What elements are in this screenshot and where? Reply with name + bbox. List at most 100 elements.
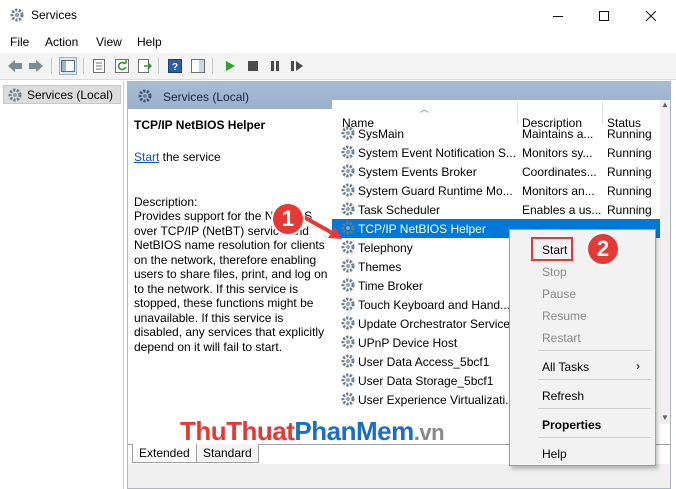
- service-description: Maintains a...: [522, 127, 594, 141]
- context-menu-stop: Stop: [542, 265, 567, 279]
- start-line: Start the service: [134, 150, 221, 165]
- forward-arrow-icon[interactable]: [27, 57, 45, 75]
- service-name: System Guard Runtime Mo...: [358, 184, 513, 198]
- menu-bar: File Action View Help: [0, 31, 676, 53]
- service-gear-icon: [340, 144, 356, 163]
- menu-help[interactable]: Help: [137, 35, 162, 49]
- svg-text:?: ?: [172, 62, 178, 73]
- context-menu-restart: Restart: [542, 331, 581, 345]
- panel-header-title: Services (Local): [163, 90, 250, 104]
- start-service-link[interactable]: Start: [134, 150, 159, 164]
- vertical-scrollbar[interactable]: ▲ ▼: [660, 100, 670, 424]
- service-row[interactable]: SysMain Maintains a... Running: [332, 124, 660, 143]
- properties-icon[interactable]: [90, 57, 108, 75]
- services-gear-icon: [138, 89, 152, 103]
- service-gear-icon: [340, 372, 356, 391]
- service-row[interactable]: System Events Broker Coordinates... Runnin…: [332, 162, 660, 181]
- status-area: [128, 464, 670, 488]
- service-gear-icon: [340, 125, 356, 144]
- action-pane-icon[interactable]: [189, 57, 207, 75]
- service-name: User Data Storage_5bcf1: [358, 374, 494, 388]
- service-name: TCP/IP NetBIOS Helper: [358, 222, 486, 236]
- service-gear-icon: [340, 315, 356, 334]
- start-line-suffix: the service: [159, 150, 221, 164]
- service-detail-pane: TCP/IP NetBIOS Helper Start the service …: [128, 109, 332, 445]
- sort-ascending-icon: ︿: [420, 104, 430, 114]
- back-arrow-icon[interactable]: [6, 57, 24, 75]
- service-gear-icon: [340, 163, 356, 182]
- tree-item-label: Services (Local): [27, 88, 114, 102]
- start-service-icon[interactable]: [221, 57, 239, 75]
- description-label: Description:: [134, 195, 198, 209]
- step-badge-2: 2: [586, 232, 620, 266]
- service-name: SysMain: [358, 127, 405, 141]
- refresh-icon[interactable]: [113, 57, 131, 75]
- service-name: Update Orchestrator Service: [358, 317, 511, 331]
- title-bar: Services: [0, 0, 676, 31]
- service-title: TCP/IP NetBIOS Helper: [134, 118, 266, 132]
- service-name: User Experience Virtualizati...: [358, 393, 516, 407]
- service-status: Running: [607, 184, 652, 198]
- service-name: User Data Access_5bcf1: [358, 355, 490, 369]
- context-menu-all-tasks[interactable]: All Tasks ›: [510, 355, 655, 377]
- service-status: Running: [607, 203, 652, 217]
- minimize-button[interactable]: [535, 0, 581, 31]
- service-status: Running: [607, 165, 652, 179]
- help-icon[interactable]: ?: [166, 57, 184, 75]
- context-menu-resume: Resume: [542, 309, 587, 323]
- console-tree: Services (Local): [0, 81, 124, 489]
- pause-service-icon[interactable]: [266, 57, 284, 75]
- service-gear-icon: [340, 296, 356, 315]
- context-menu: Start Stop Pause Resume Restart All Task…: [509, 229, 656, 466]
- step-badge-1: 1: [271, 202, 305, 236]
- service-name: Touch Keyboard and Hand...: [358, 298, 511, 312]
- toolbar: ?: [0, 53, 676, 80]
- service-description: Monitors sy...: [522, 146, 593, 160]
- context-menu-pause: Pause: [542, 287, 577, 301]
- window-title: Services: [31, 8, 78, 22]
- maximize-button[interactable]: [581, 0, 627, 31]
- service-description: Enables a us...: [522, 203, 602, 217]
- service-name: Themes: [358, 260, 402, 274]
- context-menu-refresh[interactable]: Refresh: [510, 384, 655, 406]
- service-name: Telephony: [358, 241, 413, 255]
- context-menu-help[interactable]: Help: [510, 442, 655, 464]
- service-name: System Event Notification S...: [358, 146, 516, 160]
- service-gear-icon: [340, 182, 356, 201]
- service-gear-icon: [340, 258, 356, 277]
- submenu-arrow-icon: ›: [636, 359, 640, 373]
- service-status: Running: [607, 127, 652, 141]
- service-description: Coordinates...: [522, 165, 597, 179]
- menu-file[interactable]: File: [10, 35, 29, 49]
- menu-view[interactable]: View: [96, 35, 122, 49]
- service-row[interactable]: System Guard Runtime Mo... Monitors an...…: [332, 181, 660, 200]
- scroll-up-icon[interactable]: ▲: [660, 100, 670, 110]
- service-gear-icon: [340, 353, 356, 372]
- start-highlight-box: [531, 237, 573, 261]
- show-hide-tree-icon[interactable]: [59, 57, 77, 75]
- service-row[interactable]: System Event Notification S... Monitors s…: [332, 143, 660, 162]
- watermark: ThuThuatPhanMem.vn: [180, 416, 445, 446]
- service-status: Running: [607, 146, 652, 160]
- service-gear-icon: [340, 277, 356, 296]
- export-list-icon[interactable]: [136, 57, 154, 75]
- service-row[interactable]: Task Scheduler Enables a us... Running: [332, 200, 660, 219]
- service-description: Monitors an...: [522, 184, 595, 198]
- service-name: Time Broker: [358, 279, 423, 293]
- service-name: UPnP Device Host: [358, 336, 458, 350]
- service-name: System Events Broker: [358, 165, 477, 179]
- annotation-arrow-icon: [301, 214, 342, 239]
- menu-action[interactable]: Action: [45, 35, 78, 49]
- service-name: Task Scheduler: [358, 203, 441, 217]
- service-gear-icon: [340, 391, 356, 410]
- context-menu-properties[interactable]: Properties: [510, 413, 655, 435]
- stop-service-icon[interactable]: [244, 57, 262, 75]
- scroll-down-icon[interactable]: ▼: [660, 413, 670, 423]
- services-gear-icon: [8, 88, 22, 102]
- restart-service-icon[interactable]: [288, 57, 306, 75]
- close-button[interactable]: [628, 0, 674, 31]
- tree-item-services-local[interactable]: Services (Local): [3, 85, 121, 104]
- services-gear-icon: [10, 8, 24, 22]
- list-header: ︿ Name Description Status: [332, 100, 660, 130]
- service-gear-icon: [340, 334, 356, 353]
